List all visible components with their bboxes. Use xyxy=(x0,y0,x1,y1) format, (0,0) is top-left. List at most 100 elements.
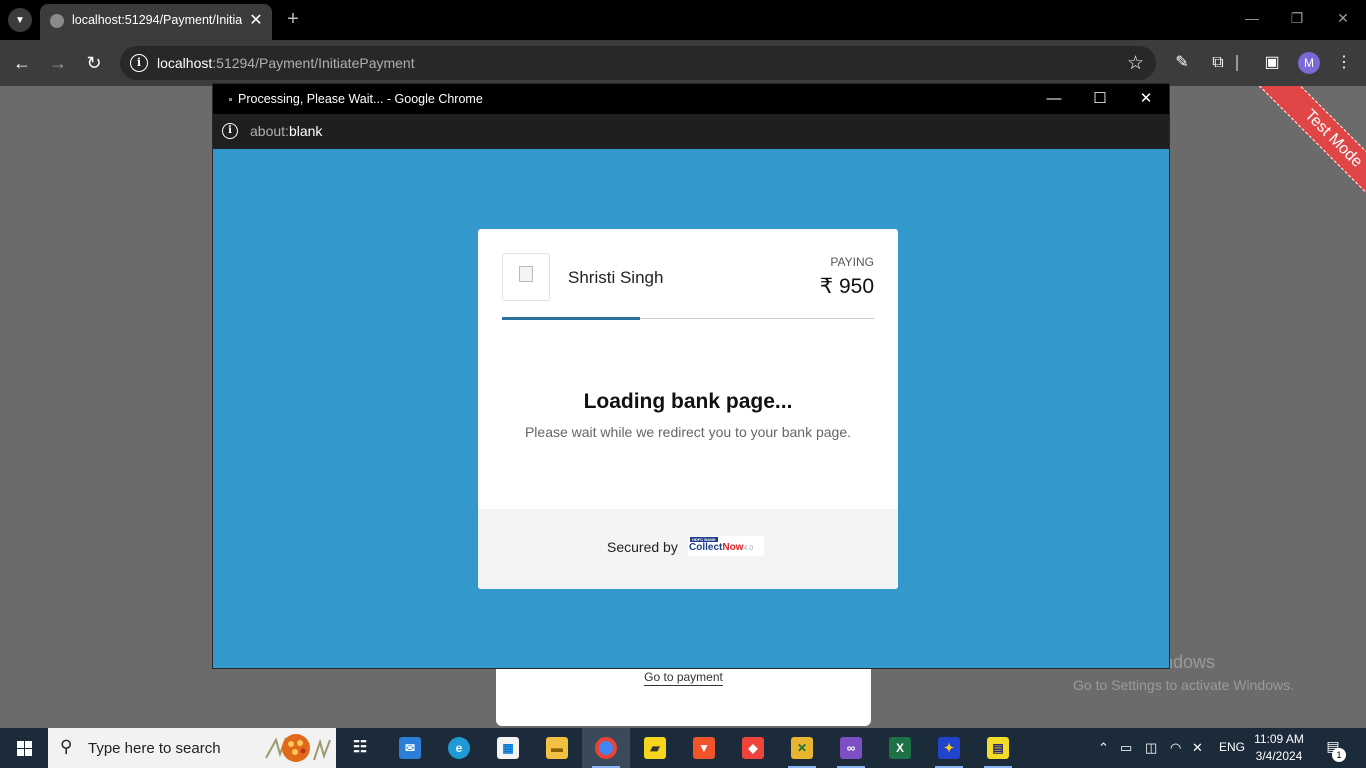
forward-icon[interactable]: → xyxy=(46,51,70,75)
browser-tab-bar: ▼ localhost:51294/Payment/InitiatePaymen… xyxy=(0,0,1366,40)
address-url[interactable]: localhost:51294/Payment/InitiatePayment xyxy=(157,55,415,71)
minimize-icon[interactable]: — xyxy=(1240,6,1264,30)
notepad-app[interactable]: ▤ xyxy=(974,728,1022,768)
bookmark-star-icon[interactable]: ☆ xyxy=(1127,52,1144,75)
collectnow-logo: HDFC BANK CollectNow4.0 xyxy=(688,536,764,556)
tray-overflow-icon[interactable]: ⌃ xyxy=(1098,740,1109,756)
merchant-logo xyxy=(502,253,550,301)
notification-count: 1 xyxy=(1332,748,1346,762)
taskbar-search-box[interactable]: ⚲ Type here to search xyxy=(48,728,336,768)
popup-url-rest: blank xyxy=(288,123,323,139)
window-close-icon[interactable]: ✕ xyxy=(1331,6,1355,30)
wifi-icon[interactable]: ◠ xyxy=(1170,740,1181,756)
store-app[interactable]: ▦ xyxy=(484,728,532,768)
meet-now-icon[interactable]: ◫ xyxy=(1145,740,1157,756)
edge-app[interactable]: e xyxy=(435,728,483,768)
brand-wordmark: CollectNow4.0 xyxy=(689,542,753,553)
toolbar-divider xyxy=(1236,55,1238,71)
secured-by-label: Secured by xyxy=(607,539,678,555)
mail-app[interactable]: ✉ xyxy=(386,728,434,768)
popup-title: Processing, Please Wait... - Google Chro… xyxy=(238,92,483,106)
chrome-app[interactable] xyxy=(582,728,630,768)
restore-icon[interactable]: ❐ xyxy=(1285,6,1309,30)
brand-collect: Collect xyxy=(689,542,723,553)
paying-label: PAYING xyxy=(830,255,874,269)
edge-icon: e xyxy=(448,737,470,759)
language-indicator[interactable]: ENG xyxy=(1219,740,1245,754)
battery-icon[interactable]: ▭ xyxy=(1120,740,1132,756)
profile-avatar[interactable]: M xyxy=(1298,52,1320,74)
url-host: localhost xyxy=(157,55,213,71)
popup-site-info-icon[interactable]: i xyxy=(222,123,238,139)
clock-date: 3/4/2024 xyxy=(1255,749,1303,763)
visual-studio-icon: ∞ xyxy=(840,737,862,759)
background-card: Go to payment xyxy=(496,666,871,726)
menu-icon[interactable]: ⋮ xyxy=(1332,51,1356,75)
brave-app[interactable]: ▼ xyxy=(680,728,728,768)
activate-subtitle: Go to Settings to activate Windows. xyxy=(1073,677,1294,693)
brave-icon: ▼ xyxy=(693,737,715,759)
search-highlight-image xyxy=(265,734,331,762)
excel-app[interactable]: X xyxy=(876,728,924,768)
task-view-icon: ☷ xyxy=(352,739,368,756)
anydesk-app[interactable]: ◆ xyxy=(729,728,777,768)
browser-tab[interactable]: localhost:51294/Payment/InitiatePayment … xyxy=(40,4,272,40)
side-panel-icon[interactable]: ▣ xyxy=(1260,51,1284,75)
sticky-notes-icon: ▰ xyxy=(644,737,666,759)
chrome-icon xyxy=(595,737,617,759)
popup-url-scheme: about: xyxy=(250,123,289,139)
popup-favicon-icon xyxy=(229,98,232,101)
address-bar[interactable]: i localhost:51294/Payment/InitiatePaymen… xyxy=(120,46,1156,80)
merchant-name: Shristi Singh xyxy=(568,268,664,287)
browser-toolbar: ← → ↻ i localhost:51294/Payment/Initiate… xyxy=(0,40,1366,86)
search-placeholder: Type here to search xyxy=(88,740,221,757)
task-view-button[interactable]: ☷ xyxy=(336,728,384,768)
paint-app[interactable]: ✦ xyxy=(925,728,973,768)
app-tool[interactable]: ✕ xyxy=(778,728,826,768)
reload-icon[interactable]: ↻ xyxy=(82,51,106,75)
brand-now: Now xyxy=(722,542,744,553)
popup-maximize-icon[interactable]: ☐ xyxy=(1088,87,1112,111)
site-info-icon[interactable]: i xyxy=(130,54,148,72)
store-icon: ▦ xyxy=(497,737,519,759)
anydesk-icon: ◆ xyxy=(742,737,764,759)
sticky-notes-app[interactable]: ▰ xyxy=(631,728,679,768)
volume-muted-icon[interactable]: ✕ xyxy=(1192,740,1203,756)
visual-studio-app[interactable]: ∞ xyxy=(827,728,875,768)
popup-minimize-icon[interactable]: — xyxy=(1042,87,1066,111)
file-explorer-app[interactable]: ▬ xyxy=(533,728,581,768)
clock-time: 11:09 AM xyxy=(1254,732,1304,746)
paint-icon: ✦ xyxy=(938,737,960,759)
start-button[interactable] xyxy=(0,728,48,768)
extensions-icon[interactable]: ⧉ xyxy=(1206,51,1230,75)
globe-icon xyxy=(50,14,64,28)
card-footer: Secured by HDFC BANK CollectNow4.0 xyxy=(478,509,898,589)
brand-version: 4.0 xyxy=(743,545,754,552)
notepad-icon: ▤ xyxy=(987,737,1009,759)
folder-icon: ▬ xyxy=(546,737,568,759)
taskbar-clock[interactable]: 11:09 AM 3/4/2024 xyxy=(1248,731,1310,765)
back-icon[interactable]: ← xyxy=(10,51,34,75)
tab-list-icon[interactable]: ▼ xyxy=(8,8,32,32)
search-icon: ⚲ xyxy=(60,737,73,756)
popup-window: Processing, Please Wait... - Google Chro… xyxy=(213,84,1169,668)
excel-icon: X xyxy=(889,737,911,759)
mail-icon: ✉ xyxy=(399,737,421,759)
popup-close-icon[interactable]: ✕ xyxy=(1134,87,1158,111)
tab-close-icon[interactable]: ✕ xyxy=(246,11,266,31)
go-to-payment-link[interactable]: Go to payment xyxy=(644,670,723,686)
tab-title: localhost:51294/Payment/InitiatePayment xyxy=(72,13,242,27)
popup-url: about:blank xyxy=(250,123,322,139)
broken-image-icon xyxy=(519,266,533,282)
popup-titlebar: Processing, Please Wait... - Google Chro… xyxy=(213,84,1169,114)
new-tab-button[interactable]: + xyxy=(282,8,304,30)
payment-amount: ₹ 950 xyxy=(819,275,874,298)
popup-address-bar: i about:blank xyxy=(213,114,1169,149)
progress-fill xyxy=(502,317,640,320)
pen-icon[interactable]: ✎ xyxy=(1170,51,1194,75)
tool-icon: ✕ xyxy=(791,737,813,759)
payment-card: Shristi Singh PAYING ₹ 950 Loading bank … xyxy=(478,229,898,589)
test-mode-ribbon: Test Mode xyxy=(1248,86,1366,224)
url-path: :51294/Payment/InitiatePayment xyxy=(212,55,415,71)
windows-taskbar: ⚲ Type here to search ☷ ✉ e ▦ ▬ ▰ ▼ ◆ ✕ … xyxy=(0,728,1366,768)
